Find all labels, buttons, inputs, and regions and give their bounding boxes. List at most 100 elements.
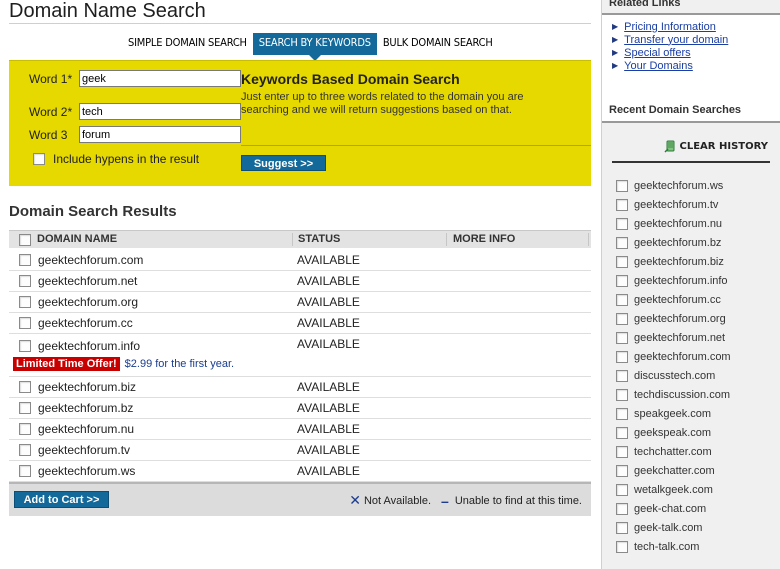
suggest-button[interactable]: Suggest >> (241, 155, 326, 171)
recent-search-checkbox[interactable] (616, 464, 628, 477)
include-hyphens-row: Include hypens in the result (33, 152, 199, 166)
list-item: geektechforum.com (616, 347, 731, 366)
special-offers-link[interactable]: Special offers (624, 47, 690, 59)
list-item: geektechforum.nu (616, 214, 731, 233)
keyword-search-heading: Keywords Based Domain Search (241, 71, 460, 87)
row-checkbox[interactable] (19, 275, 31, 287)
row-checkbox[interactable] (19, 296, 31, 308)
list-item: discusstech.com (616, 366, 731, 385)
title-divider (9, 23, 591, 24)
table-row: geektechforum.biz AVAILABLE (9, 377, 591, 398)
clear-history-button[interactable]: CLEAR HISTORY (663, 140, 768, 153)
include-hyphens-checkbox[interactable] (33, 153, 45, 165)
recent-search-domain: geektechforum.ws (634, 179, 724, 192)
word2-input[interactable] (79, 103, 241, 120)
list-item: geektechforum.bz (616, 233, 731, 252)
domain-name: geektechforum.biz (38, 380, 137, 394)
tab-bulk-domain-search[interactable]: BULK DOMAIN SEARCH (377, 33, 499, 55)
recent-search-checkbox[interactable] (616, 426, 628, 439)
recent-search-checkbox[interactable] (616, 407, 628, 420)
word3-input[interactable] (79, 126, 241, 143)
main-content: Domain Name Search SIMPLE DOMAIN SEARCH … (0, 0, 600, 569)
col-more-info: MORE INFO (453, 233, 516, 245)
add-to-cart-button[interactable]: Add to Cart >> (14, 491, 109, 508)
transfer-domain-link[interactable]: Transfer your domain (624, 34, 728, 46)
tab-search-by-keywords[interactable]: SEARCH BY KEYWORDS (252, 33, 377, 61)
related-link-item: ▶ Transfer your domain (612, 33, 728, 46)
recent-search-domain: tech-talk.com (634, 540, 700, 553)
status-legend: ✕ Not Available. – Unable to find at thi… (349, 492, 582, 509)
column-separator (292, 233, 293, 246)
recent-search-checkbox[interactable] (616, 274, 628, 287)
recent-search-checkbox[interactable] (616, 521, 628, 534)
recent-search-domain: geektechforum.com (634, 350, 731, 363)
row-checkbox[interactable] (19, 465, 31, 477)
row-checkbox[interactable] (19, 402, 31, 414)
list-item: geektechforum.tv (616, 195, 731, 214)
recent-search-checkbox[interactable] (616, 445, 628, 458)
table-row: geektechforum.info AVAILABLE Limited Tim… (9, 334, 591, 377)
list-item: geek-talk.com (616, 518, 731, 537)
list-item: geek-chat.com (616, 499, 731, 518)
domain-status: AVAILABLE (297, 380, 360, 394)
limited-offer: Limited Time Offer! $2.99 for the first … (13, 357, 234, 371)
recent-search-checkbox[interactable] (616, 255, 628, 268)
domain-status: AVAILABLE (297, 316, 360, 330)
select-all-checkbox[interactable] (19, 234, 31, 246)
list-item: geektechforum.org (616, 309, 731, 328)
page-title: Domain Name Search (9, 0, 206, 22)
keyword-search-panel: Word 1* Word 2* Word 3 Include hypens in… (9, 60, 591, 186)
recent-search-checkbox[interactable] (616, 350, 628, 363)
word1-label: Word 1* (29, 71, 73, 86)
clear-history-label: CLEAR HISTORY (679, 141, 768, 152)
recent-search-domain: geektechforum.info (634, 274, 728, 287)
table-row: geektechforum.net AVAILABLE (9, 271, 591, 292)
recent-search-checkbox[interactable] (616, 236, 628, 249)
recent-search-checkbox[interactable] (616, 179, 628, 192)
recent-search-checkbox[interactable] (616, 369, 628, 382)
related-link-item: ▶ Your Domains (612, 59, 728, 72)
table-row: geektechforum.bz AVAILABLE (9, 398, 591, 419)
arrow-right-icon: ▶ (612, 61, 619, 70)
recent-search-checkbox[interactable] (616, 331, 628, 344)
keyword-search-description: Just enter up to three words related to … (241, 91, 524, 116)
pricing-information-link[interactable]: Pricing Information (624, 21, 716, 33)
your-domains-link[interactable]: Your Domains (624, 60, 693, 72)
recent-search-checkbox[interactable] (616, 198, 628, 211)
list-item: geektechforum.cc (616, 290, 731, 309)
list-item: geektechforum.ws (616, 176, 731, 195)
recent-search-checkbox[interactable] (616, 293, 628, 306)
recent-search-domain: geektechforum.bz (634, 236, 722, 249)
word2-label: Word 2* (29, 104, 73, 119)
recent-search-checkbox[interactable] (616, 502, 628, 515)
table-row: geektechforum.tv AVAILABLE (9, 440, 591, 461)
results-table-header: DOMAIN NAME STATUS MORE INFO (9, 230, 591, 248)
row-checkbox[interactable] (19, 423, 31, 435)
recent-search-domain: geektechforum.biz (634, 255, 724, 268)
domain-name: geektechforum.tv (38, 443, 131, 457)
word1-input[interactable] (79, 70, 241, 87)
list-item: wetalkgeek.com (616, 480, 731, 499)
domain-name: geektechforum.net (38, 274, 138, 288)
row-checkbox[interactable] (19, 254, 31, 266)
col-status: STATUS (298, 233, 341, 245)
recent-search-checkbox[interactable] (616, 540, 628, 553)
tab-simple-domain-search[interactable]: SIMPLE DOMAIN SEARCH (122, 33, 253, 55)
recent-search-checkbox[interactable] (616, 483, 628, 496)
list-item: geektechforum.net (616, 328, 731, 347)
row-checkbox[interactable] (19, 381, 31, 393)
domain-name: geektechforum.ws (38, 464, 136, 478)
related-links-list: ▶ Pricing Information ▶ Transfer your doma… (612, 20, 728, 72)
recent-search-checkbox[interactable] (616, 217, 628, 230)
table-row: geektechforum.cc AVAILABLE (9, 313, 591, 334)
row-checkbox[interactable] (19, 444, 31, 456)
row-checkbox[interactable] (19, 340, 31, 352)
list-item: techdiscussion.com (616, 385, 731, 404)
recent-search-checkbox[interactable] (616, 388, 628, 401)
recent-search-domain: geektechforum.nu (634, 217, 723, 230)
row-checkbox[interactable] (19, 317, 31, 329)
recent-search-checkbox[interactable] (616, 312, 628, 325)
related-links-title: Related Links (609, 0, 681, 9)
list-item: tech-talk.com (616, 537, 731, 556)
broom-icon (663, 140, 675, 153)
